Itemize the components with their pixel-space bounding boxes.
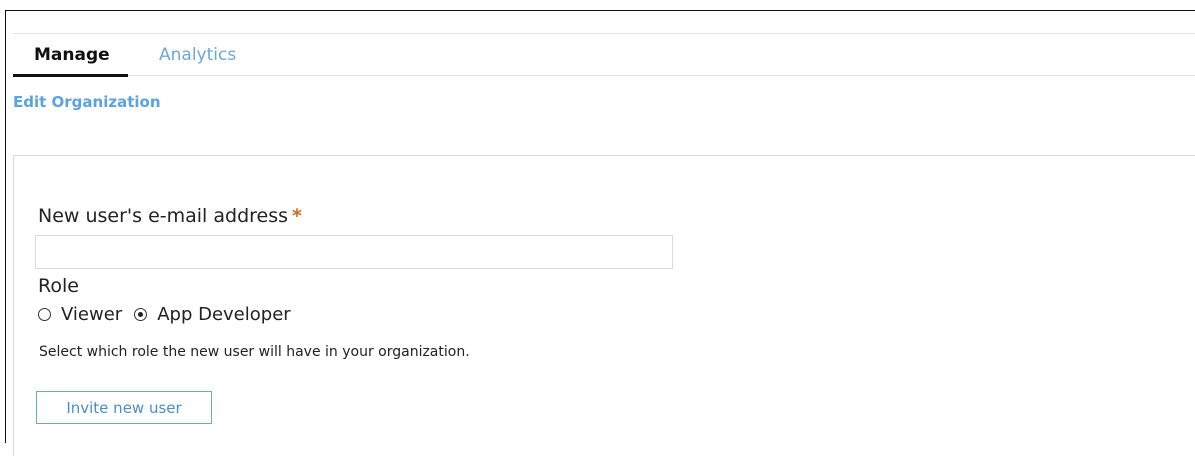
viewer-radio-label[interactable]: Viewer — [61, 304, 122, 325]
role-help-text: Select which role the new user will have… — [39, 344, 470, 360]
required-asterisk: * — [292, 205, 302, 227]
window-frame-top — [5, 10, 1195, 11]
edit-organization-link[interactable]: Edit Organization — [13, 93, 161, 111]
viewer-radio[interactable] — [38, 308, 51, 321]
email-field[interactable] — [35, 235, 673, 269]
email-label-text: New user's e-mail address — [38, 205, 289, 227]
tabs-top-divider — [13, 33, 1195, 34]
email-field-label: New user's e-mail address * — [38, 205, 302, 227]
window-frame-left — [5, 10, 6, 443]
app-developer-radio-label[interactable]: App Developer — [157, 304, 290, 325]
role-radio-group: Viewer App Developer — [38, 304, 303, 325]
tab-analytics[interactable]: Analytics — [159, 45, 236, 65]
invite-new-user-button[interactable]: Invite new user — [36, 391, 212, 424]
active-tab-indicator — [13, 74, 128, 77]
app-developer-radio[interactable] — [134, 308, 148, 321]
role-label: Role — [38, 275, 79, 297]
tabs-bottom-divider — [13, 75, 1195, 76]
tab-manage[interactable]: Manage — [34, 45, 110, 65]
